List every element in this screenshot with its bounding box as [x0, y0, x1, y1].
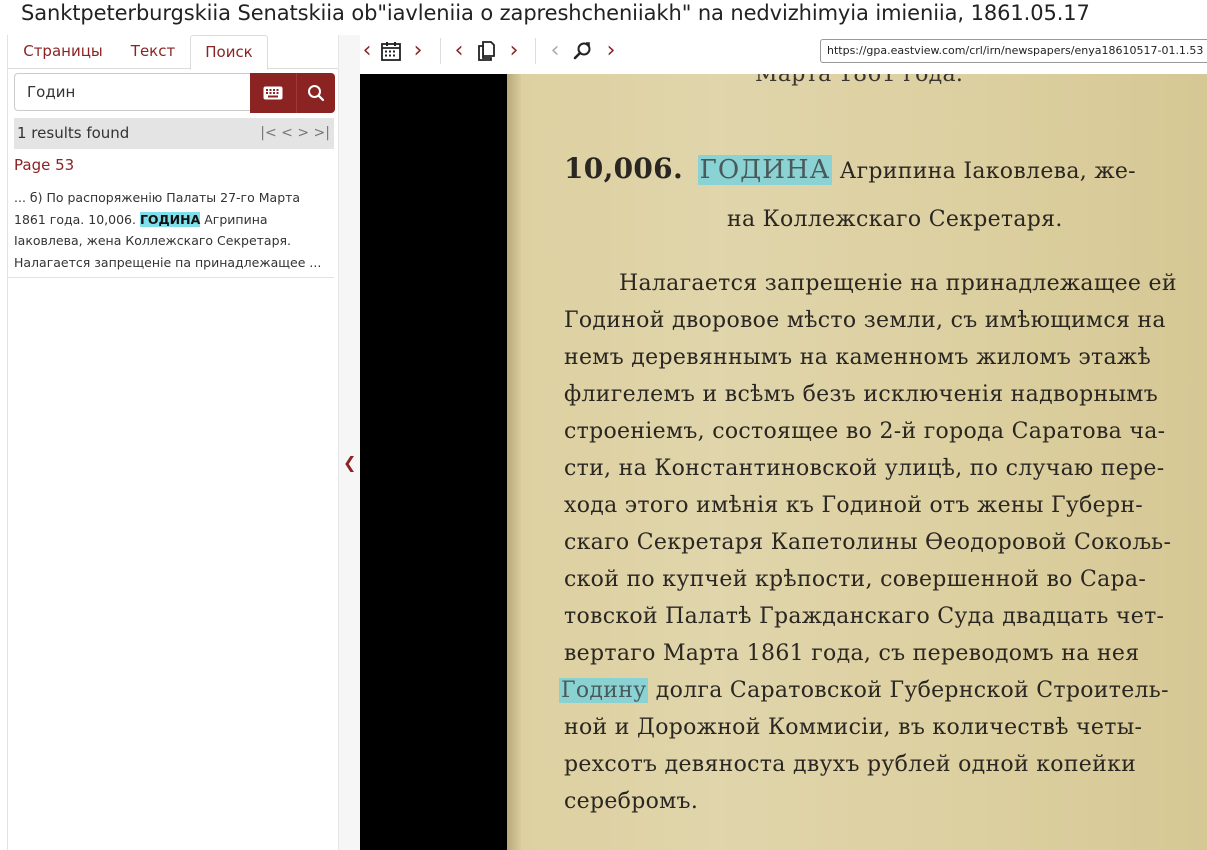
window-title: Sanktpeterburgskiia Senatskiia ob"iavlen…	[21, 1, 1090, 25]
prev-issue-button[interactable]: ‹	[360, 38, 374, 64]
pager-next-button[interactable]: >	[297, 125, 309, 141]
body-line: вертаго Марта 1861 года, съ переводомъ н…	[564, 641, 1140, 666]
snippet-highlight: ГОДИНА	[139, 211, 201, 227]
search-hits-icon	[573, 42, 591, 60]
result-page-link[interactable]: Page 53	[14, 156, 74, 174]
chevron-left-icon: ‹	[550, 38, 560, 63]
tab-search[interactable]: Поиск	[190, 35, 268, 70]
toolbar-divider	[440, 38, 441, 64]
next-hit-button[interactable]: ›	[604, 38, 618, 64]
viewer-toolbar: ‹ › ‹ › ‹ › https://gpa.eastview.com/crl…	[360, 30, 1207, 74]
search-hits-button[interactable]	[570, 38, 596, 64]
body-line: сти, на Константиновской улицѣ, по случа…	[564, 456, 1165, 481]
url-field[interactable]: https://gpa.eastview.com/crl/irn/newspap…	[820, 39, 1207, 63]
pager-first-button[interactable]: |<	[260, 125, 276, 141]
entry-heading: 10,006. ГОДИНА Агрипина Iаковлева, же-	[564, 152, 1136, 185]
search-button[interactable]	[296, 73, 335, 113]
page-top-text: Марта 1861 года.	[755, 74, 964, 87]
prev-page-button[interactable]: ‹	[452, 38, 466, 64]
prev-hit-button[interactable]: ‹	[548, 38, 562, 64]
body-line: товской Палатѣ Гражданскаго Суда двадцат…	[564, 604, 1165, 629]
body-line: флигелемъ и всѣмъ безъ исключенiя надвор…	[564, 382, 1159, 407]
heading-name: Агрипина Iаковлева, же-	[832, 159, 1136, 184]
tab-text[interactable]: Текст	[118, 35, 188, 68]
keyboard-button[interactable]	[250, 73, 296, 113]
search-input[interactable]	[14, 73, 251, 111]
body-line: Налагается запрещенiе на принадлежащее е…	[619, 271, 1177, 296]
results-count: 1 results found	[17, 124, 130, 142]
calendar-button[interactable]	[378, 38, 404, 64]
search-row	[14, 73, 335, 113]
body-line: немъ деревяннымъ на каменномъ жиломъ эта…	[564, 345, 1152, 370]
chevron-right-icon: ›	[509, 38, 519, 63]
body-line: ской по купчей крѣпости, совершенной во …	[564, 567, 1147, 592]
results-bar: 1 results found |< < > >|	[14, 118, 334, 149]
body-line: рехсотъ девяноста двухъ рублей одной коп…	[564, 752, 1137, 777]
newspaper-page: Марта 1861 года. 10,006. ГОДИНА Агрипина…	[507, 74, 1207, 850]
pager-last-button[interactable]: >|	[314, 125, 330, 141]
toolbar-divider	[535, 38, 536, 64]
collapse-left-icon[interactable]: ❮	[343, 453, 356, 472]
panel-collapse-bar[interactable]: ❮	[338, 35, 360, 850]
body-line: Годиной дворовое мѣсто земли, съ имѣющим…	[564, 308, 1166, 333]
body-line: серебромъ.	[564, 789, 699, 814]
copy-pages-icon	[478, 41, 495, 61]
chevron-left-icon: ‹	[362, 38, 372, 63]
body-line: ной и Дорожной Коммисiи, въ количествѣ ч…	[564, 715, 1143, 740]
page-edge	[507, 74, 521, 850]
search-icon	[308, 85, 325, 102]
next-page-button[interactable]: ›	[507, 38, 521, 64]
heading-search-hit: ГОДИНА	[697, 155, 833, 185]
pager-prev-button[interactable]: <	[281, 125, 293, 141]
entry-heading-line2: на Коллежскаго Секретаря.	[727, 207, 1063, 232]
body-line: хода этого имѣнiя къ Годиной отъ жены Гу…	[564, 493, 1144, 518]
calendar-icon	[381, 42, 401, 61]
chevron-right-icon: ›	[413, 38, 423, 63]
body-line: скаго Секретаря Капетолины Ѳеодоровой Со…	[564, 530, 1172, 555]
chevron-right-icon: ›	[606, 38, 616, 63]
keyboard-icon	[263, 86, 283, 100]
body-line: строенiемъ, состоящее во 2-й города Сара…	[564, 419, 1166, 444]
left-panel: Страницы Текст Поиск 1 results found	[7, 35, 338, 850]
body-line-rest: долга Саратовской Губернской Строитель-	[648, 678, 1169, 703]
page-view-button[interactable]	[475, 38, 497, 64]
tab-pages[interactable]: Страницы	[8, 35, 118, 68]
next-issue-button[interactable]: ›	[411, 38, 425, 64]
results-pager: |< < > >|	[260, 118, 330, 149]
title-bar: Sanktpeterburgskiia Senatskiia ob"iavlen…	[0, 0, 1207, 30]
body-line: Годину долга Саратовской Губернской Стро…	[559, 678, 1169, 703]
page-viewer[interactable]: Марта 1861 года. 10,006. ГОДИНА Агрипина…	[360, 74, 1207, 850]
chevron-left-icon: ‹	[454, 38, 464, 63]
entry-number: 10,006.	[564, 152, 684, 185]
body-search-hit: Годину	[559, 678, 649, 703]
result-snippet[interactable]: ... б) По распоряженiю Палаты 27-го Март…	[14, 187, 332, 273]
panel-tabs: Страницы Текст Поиск	[8, 35, 338, 70]
result-divider	[8, 277, 334, 278]
